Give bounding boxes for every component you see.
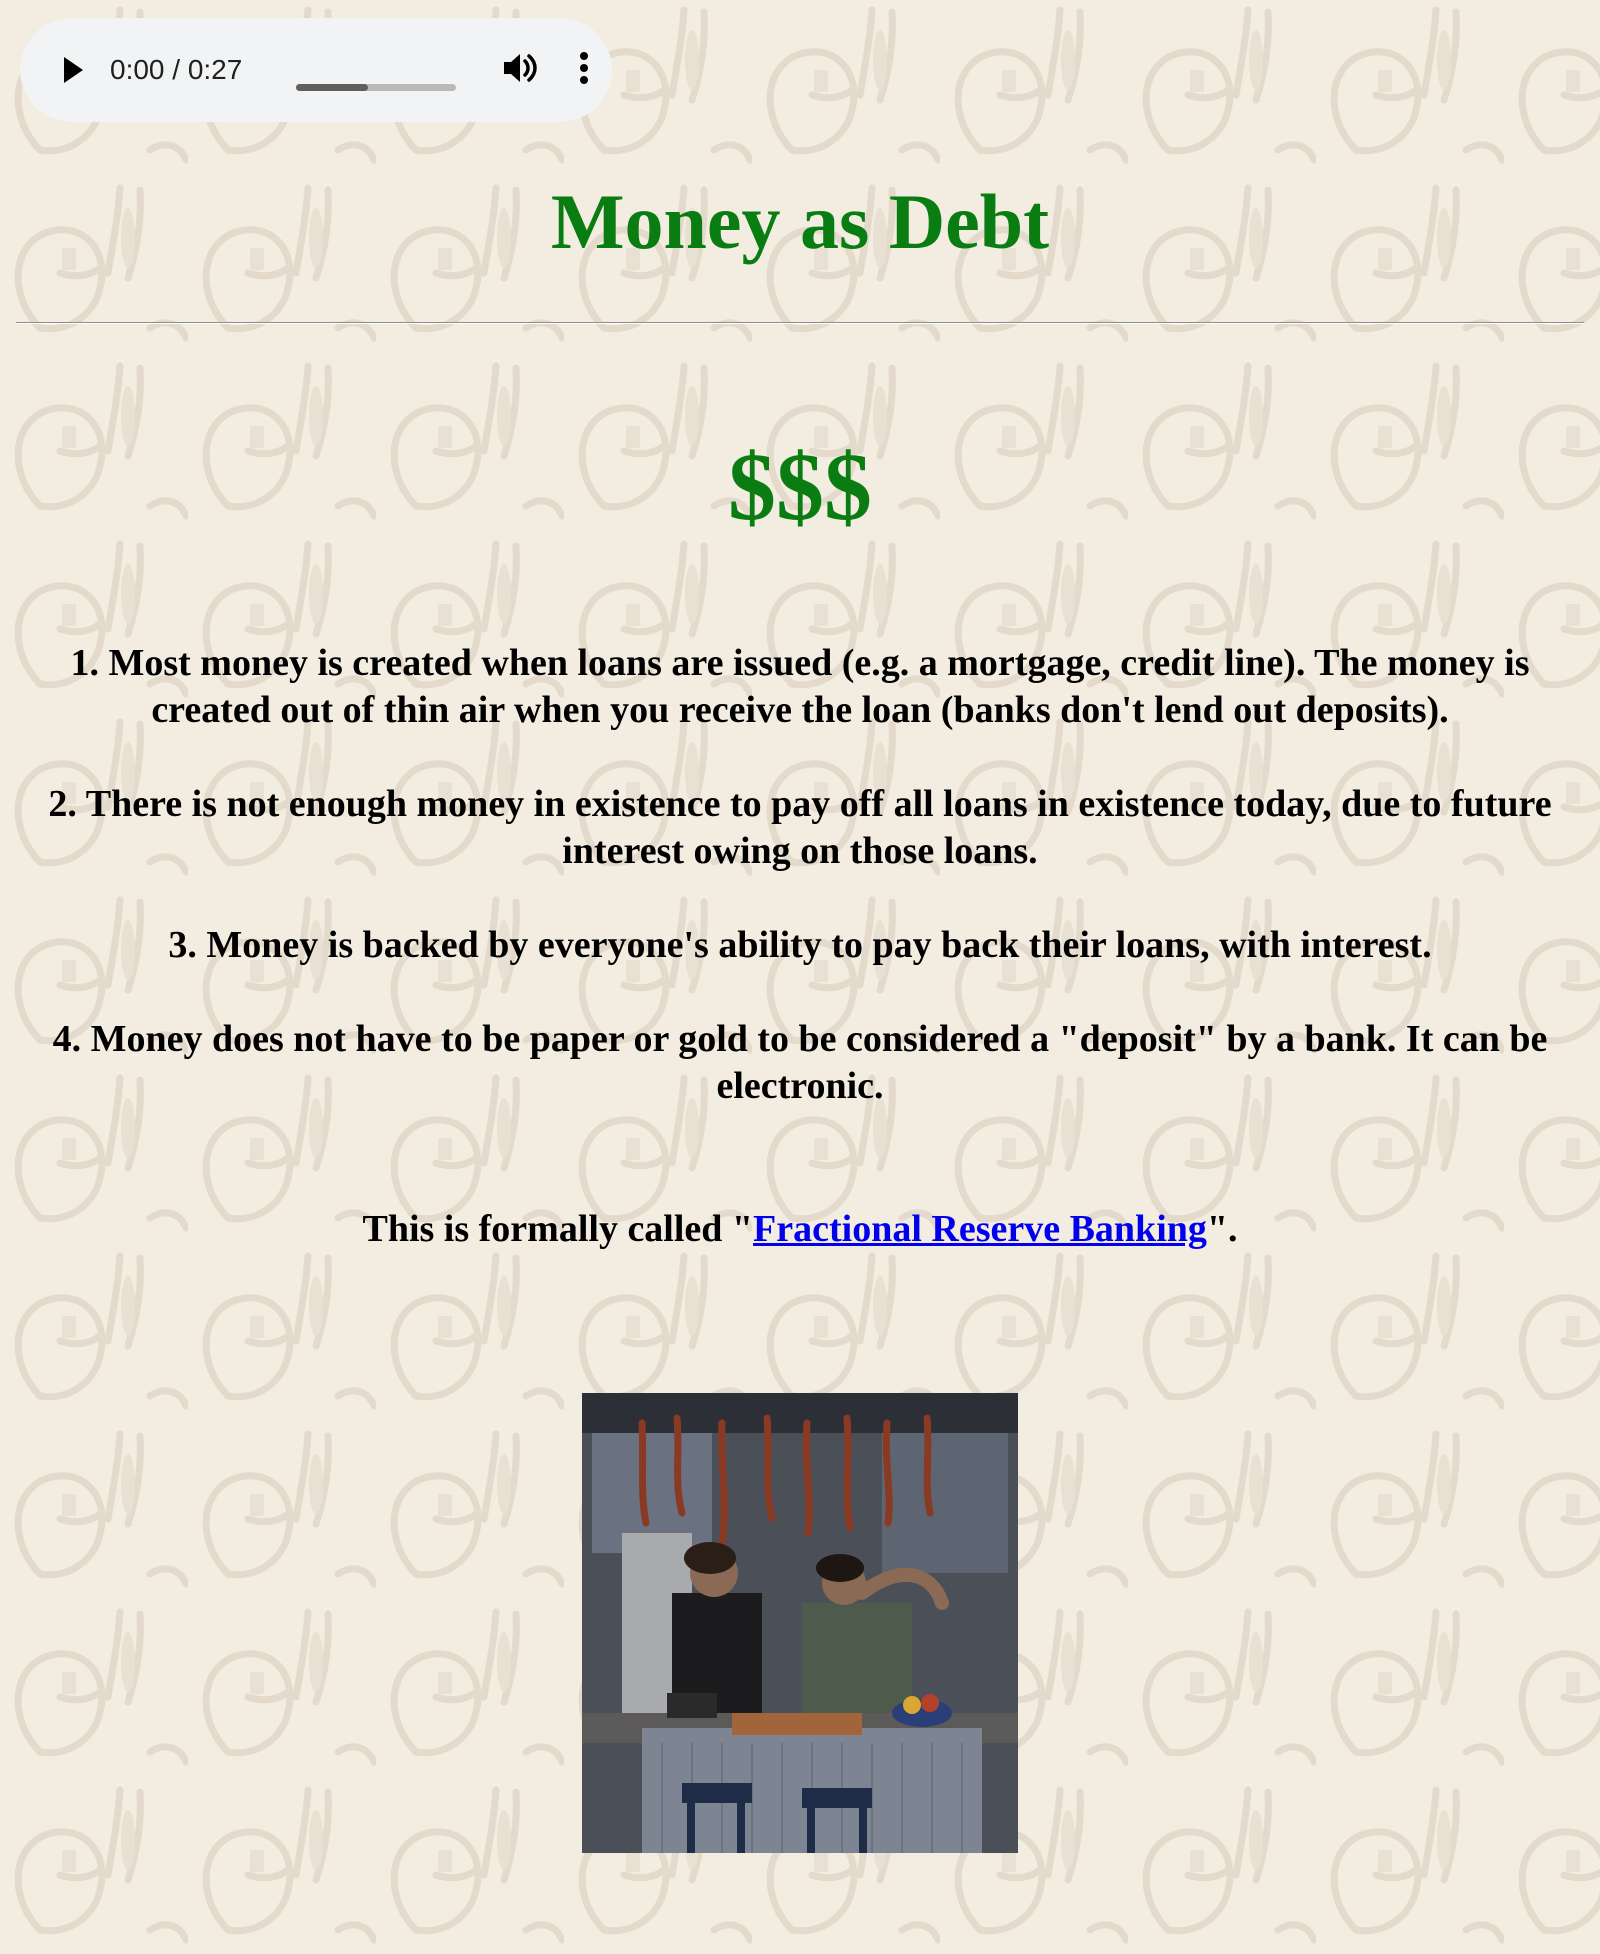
- point-1: 1. Most money is created when loans are …: [70, 642, 1530, 731]
- formally-prefix: This is formally called ": [362, 1208, 754, 1250]
- audio-player[interactable]: 0:00 / 0:27: [20, 18, 612, 122]
- point-3: 3. Money is backed by everyone's ability…: [168, 924, 1432, 966]
- point-2: 2. There is not enough money in existenc…: [48, 783, 1552, 872]
- formally-suffix: ".: [1206, 1208, 1238, 1250]
- page-title: Money as Debt: [550, 178, 1050, 265]
- dollar-signs: $$$: [728, 433, 872, 540]
- seek-slider[interactable]: [296, 84, 456, 91]
- kitchen-scene-image: [582, 1393, 1018, 1853]
- play-icon[interactable]: [52, 50, 92, 90]
- page-content: 0:00 / 0:27 Money as Debt $$$ 1. Most mo…: [0, 0, 1600, 1954]
- horizontal-divider: [16, 322, 1584, 324]
- kitchen-scene-art: [582, 1393, 1018, 1853]
- time-display: 0:00 / 0:27: [110, 54, 243, 85]
- point-4: 4. Money does not have to be paper or go…: [52, 1018, 1548, 1107]
- fractional-reserve-banking-link[interactable]: Fractional Reserve Banking: [753, 1208, 1207, 1250]
- volume-icon[interactable]: [500, 48, 540, 88]
- more-vert-icon[interactable]: [570, 48, 598, 88]
- formally-called-text: This is formally called "Fractional Rese…: [0, 1204, 1600, 1254]
- points-list: 1. Most money is created when loans are …: [0, 640, 1600, 1110]
- seek-slider-progress: [296, 84, 368, 91]
